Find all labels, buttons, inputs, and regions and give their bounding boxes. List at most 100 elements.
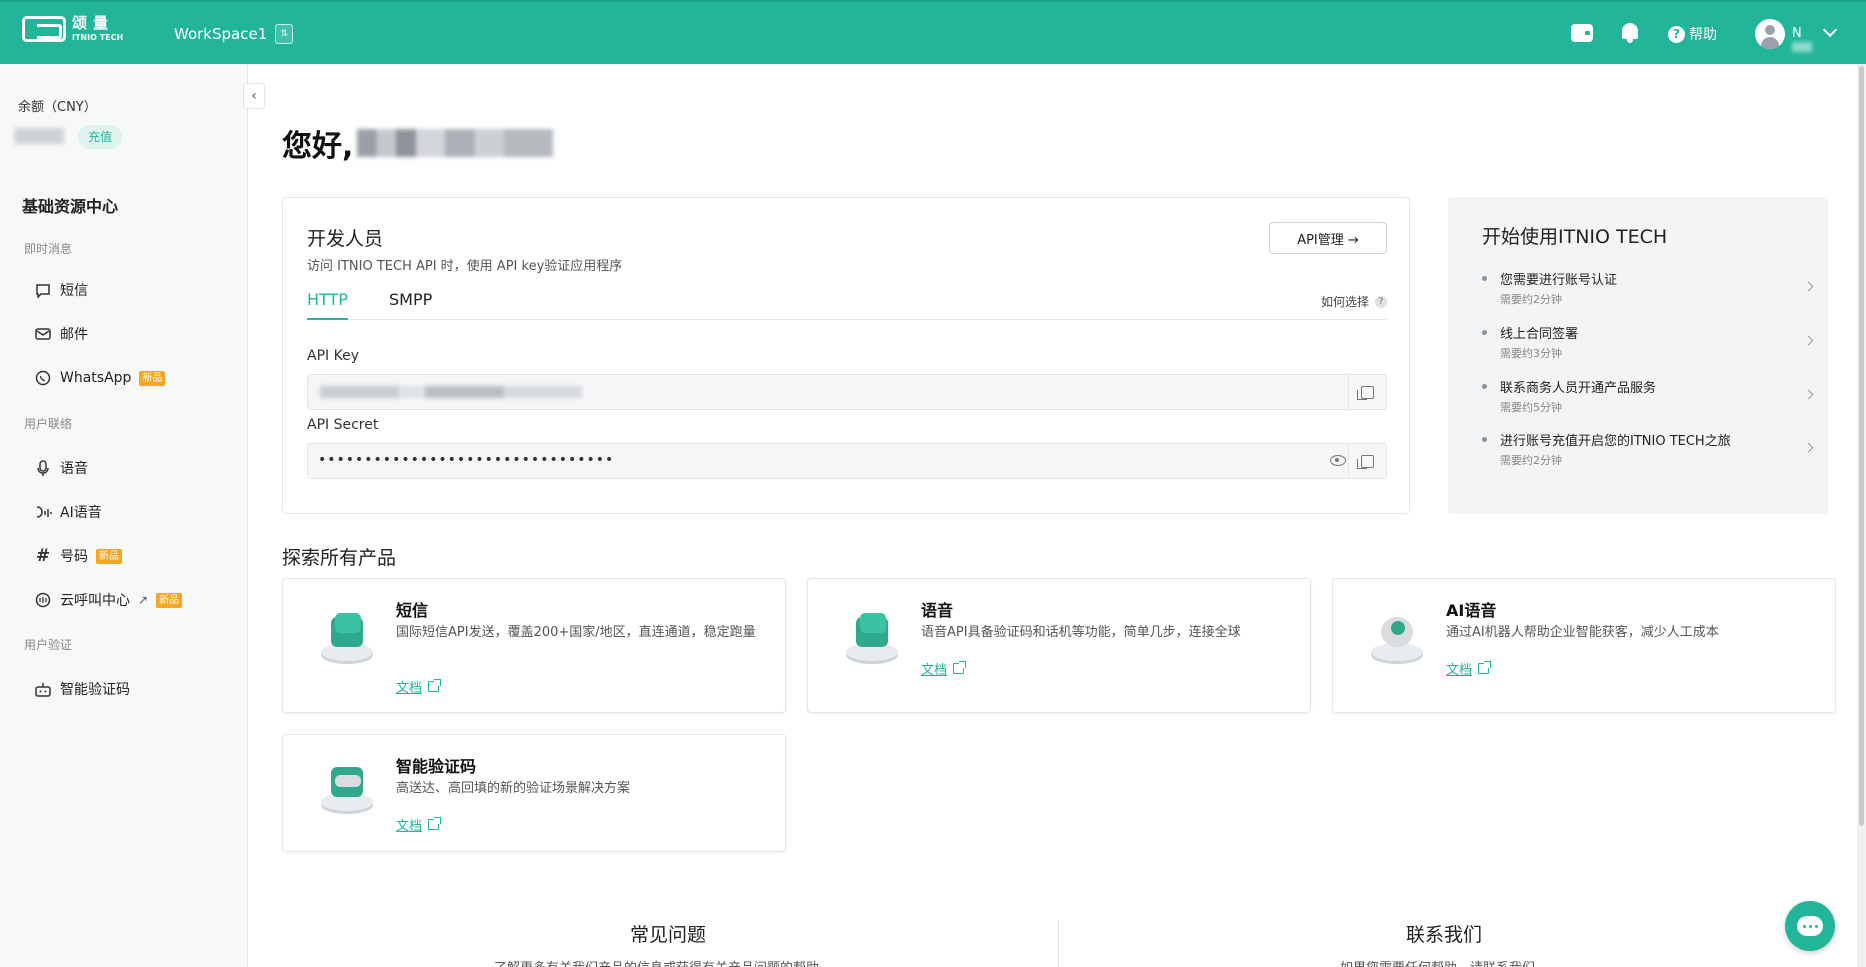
- product-description: 通过AI机器人帮助企业智能获客，减少人工成本: [1446, 625, 1719, 640]
- product-description: 国际短信API发送，覆盖200+国家/地区，直连通道，稳定跑量: [396, 625, 756, 640]
- captcha-illustration-icon: [317, 759, 377, 819]
- sidebar-item-label: 智能验证码: [60, 682, 130, 698]
- contact-subtitle: 如果您需要任何帮助，请联系我们: [1340, 958, 1535, 967]
- developer-subtitle: 访问 ITNIO TECH API 时，使用 API key验证应用程序: [307, 259, 623, 274]
- user-name[interactable]: N: [1792, 26, 1822, 52]
- chevron-right-icon: [1803, 335, 1814, 346]
- step-title: 进行账号充值开启您的ITNIO TECH之旅: [1500, 434, 1731, 449]
- logo-mark-icon: [22, 16, 66, 42]
- balance-value: [14, 128, 64, 144]
- robot-icon: [34, 680, 52, 698]
- product-name: AI语音: [1446, 601, 1497, 620]
- sms-illustration-icon: [317, 609, 377, 669]
- product-description: 高送达、高回填的新的验证场景解决方案: [396, 781, 631, 796]
- api-key-field[interactable]: [307, 374, 1387, 410]
- api-secret-label: API Secret: [307, 417, 379, 433]
- how-to-choose-link[interactable]: 如何选择 ?: [1321, 293, 1387, 310]
- eye-icon[interactable]: [1330, 455, 1346, 466]
- api-manage-button[interactable]: API管理 →: [1269, 222, 1387, 254]
- product-doc-link[interactable]: 文档: [396, 815, 442, 834]
- logo[interactable]: 颂量 ITNIO TECH: [22, 16, 123, 42]
- product-description: 语音API具备验证码和话机等功能，简单几步，连接全球: [921, 625, 1241, 640]
- api-key-label: API Key: [307, 348, 359, 364]
- step-duration: 需要约3分钟: [1500, 347, 1562, 360]
- collapse-sidebar-button[interactable]: ‹: [243, 83, 265, 109]
- sidebar-item-label: 短信: [60, 283, 88, 299]
- api-secret-value: ••••••••••••••••••••••••••••••••: [318, 452, 615, 468]
- chevron-right-icon: [1803, 281, 1814, 292]
- sidebar-item-call-center[interactable]: 云呼叫中心 ↗ 新品: [34, 588, 183, 612]
- sidebar-item-number[interactable]: # 号码 新品: [34, 544, 122, 568]
- getting-started-card: 开始使用ITNIO TECH 您需要进行账号认证 需要约2分钟 线上合同签署 需…: [1448, 197, 1828, 514]
- wallet-icon[interactable]: [1571, 24, 1593, 42]
- sidebar-item-ai-voice[interactable]: AI语音: [34, 500, 102, 524]
- product-name: 短信: [396, 601, 429, 620]
- greeting-text: 您好,: [282, 129, 354, 164]
- step-duration: 需要约2分钟: [1500, 454, 1562, 467]
- voice-illustration-icon: [842, 609, 902, 669]
- product-card-sms[interactable]: 短信 国际短信API发送，覆盖200+国家/地区，直连通道，稳定跑量 文档: [282, 578, 786, 713]
- logo-en: ITNIO TECH: [72, 33, 124, 42]
- sidebar-item-label: 语音: [60, 461, 88, 477]
- product-doc-link[interactable]: 文档: [1446, 659, 1492, 678]
- ai-voice-illustration-icon: [1367, 609, 1427, 669]
- logo-cn: 颂量: [72, 14, 115, 32]
- switch-icon[interactable]: ⇅: [275, 24, 294, 44]
- help-button[interactable]: ? 帮助: [1668, 24, 1717, 44]
- top-bar: 颂量 ITNIO TECH WorkSpace1 ⇅ ? 帮助 N: [0, 0, 1866, 64]
- product-card-smart-captcha[interactable]: 智能验证码 高送达、高回填的新的验证场景解决方案 文档: [282, 734, 786, 852]
- whatsapp-icon: [34, 369, 52, 387]
- sidebar-item-smart-captcha[interactable]: 智能验证码: [34, 677, 130, 701]
- product-doc-link[interactable]: 文档: [921, 659, 967, 678]
- scrollbar[interactable]: [1857, 64, 1866, 967]
- product-name: 语音: [921, 601, 954, 620]
- new-badge: 新品: [156, 592, 183, 608]
- product-name: 智能验证码: [396, 757, 477, 776]
- sidebar-item-sms[interactable]: 短信: [34, 278, 88, 302]
- product-card-ai-voice[interactable]: AI语音 通过AI机器人帮助企业智能获客，减少人工成本 文档: [1332, 578, 1836, 713]
- chevron-right-icon: [1803, 442, 1814, 453]
- scroll-thumb[interactable]: [1859, 66, 1864, 826]
- message-icon: [34, 281, 52, 299]
- copy-api-key-button[interactable]: [1348, 375, 1386, 409]
- question-icon: ?: [1375, 295, 1387, 308]
- hash-icon: #: [35, 546, 51, 566]
- ai-voice-icon: [34, 503, 52, 521]
- new-badge: 新品: [96, 548, 122, 564]
- sidebar-group-user-contact: 用户联络: [24, 417, 73, 431]
- tab-smpp[interactable]: SMPP: [389, 288, 432, 320]
- sidebar-item-voice[interactable]: 语音: [34, 456, 88, 480]
- step-item[interactable]: 线上合同签署 需要约3分钟: [1482, 323, 1814, 367]
- microphone-icon: [34, 459, 52, 477]
- redacted-username: [357, 129, 554, 157]
- avatar[interactable]: [1755, 19, 1785, 49]
- api-secret-field[interactable]: ••••••••••••••••••••••••••••••••: [307, 443, 1387, 479]
- sidebar-item-whatsapp[interactable]: WhatsApp 新品: [34, 366, 166, 390]
- explore-products-title: 探索所有产品: [282, 547, 397, 569]
- faq-title: 常见问题: [630, 924, 707, 946]
- step-title: 联系商务人员开通产品服务: [1500, 381, 1657, 396]
- sidebar-item-label: AI语音: [60, 505, 102, 521]
- section-divider: [1058, 920, 1059, 967]
- bell-icon[interactable]: [1620, 22, 1640, 44]
- how-to-choose-label: 如何选择: [1320, 295, 1369, 309]
- copy-icon: [1357, 385, 1374, 400]
- chat-button[interactable]: [1785, 901, 1835, 951]
- step-item[interactable]: 联系商务人员开通产品服务 需要约5分钟: [1482, 377, 1814, 421]
- product-card-voice[interactable]: 语音 语音API具备验证码和话机等功能，简单几步，连接全球 文档: [807, 578, 1311, 713]
- product-doc-link[interactable]: 文档: [396, 677, 442, 696]
- recharge-button[interactable]: 充值: [78, 125, 123, 149]
- tab-http[interactable]: HTTP: [307, 288, 348, 320]
- mail-icon: [34, 325, 52, 343]
- copy-api-secret-button[interactable]: [1348, 444, 1386, 478]
- help-label: 帮助: [1689, 27, 1717, 43]
- step-item[interactable]: 进行账号充值开启您的ITNIO TECH之旅 需要约2分钟: [1482, 430, 1814, 474]
- sidebar-item-mail[interactable]: 邮件: [34, 322, 88, 346]
- sidebar-item-label: 云呼叫中心: [60, 593, 130, 609]
- chevron-down-icon[interactable]: [1822, 22, 1838, 38]
- page-title: 您好,: [282, 121, 554, 165]
- chat-icon: [1797, 916, 1823, 936]
- faq-subtitle: 了解更多有关我们产品的信息或获得有关产品问题的帮助: [494, 958, 819, 967]
- step-item[interactable]: 您需要进行账号认证 需要约2分钟: [1482, 269, 1814, 313]
- workspace-selector[interactable]: WorkSpace1 ⇅: [174, 24, 294, 44]
